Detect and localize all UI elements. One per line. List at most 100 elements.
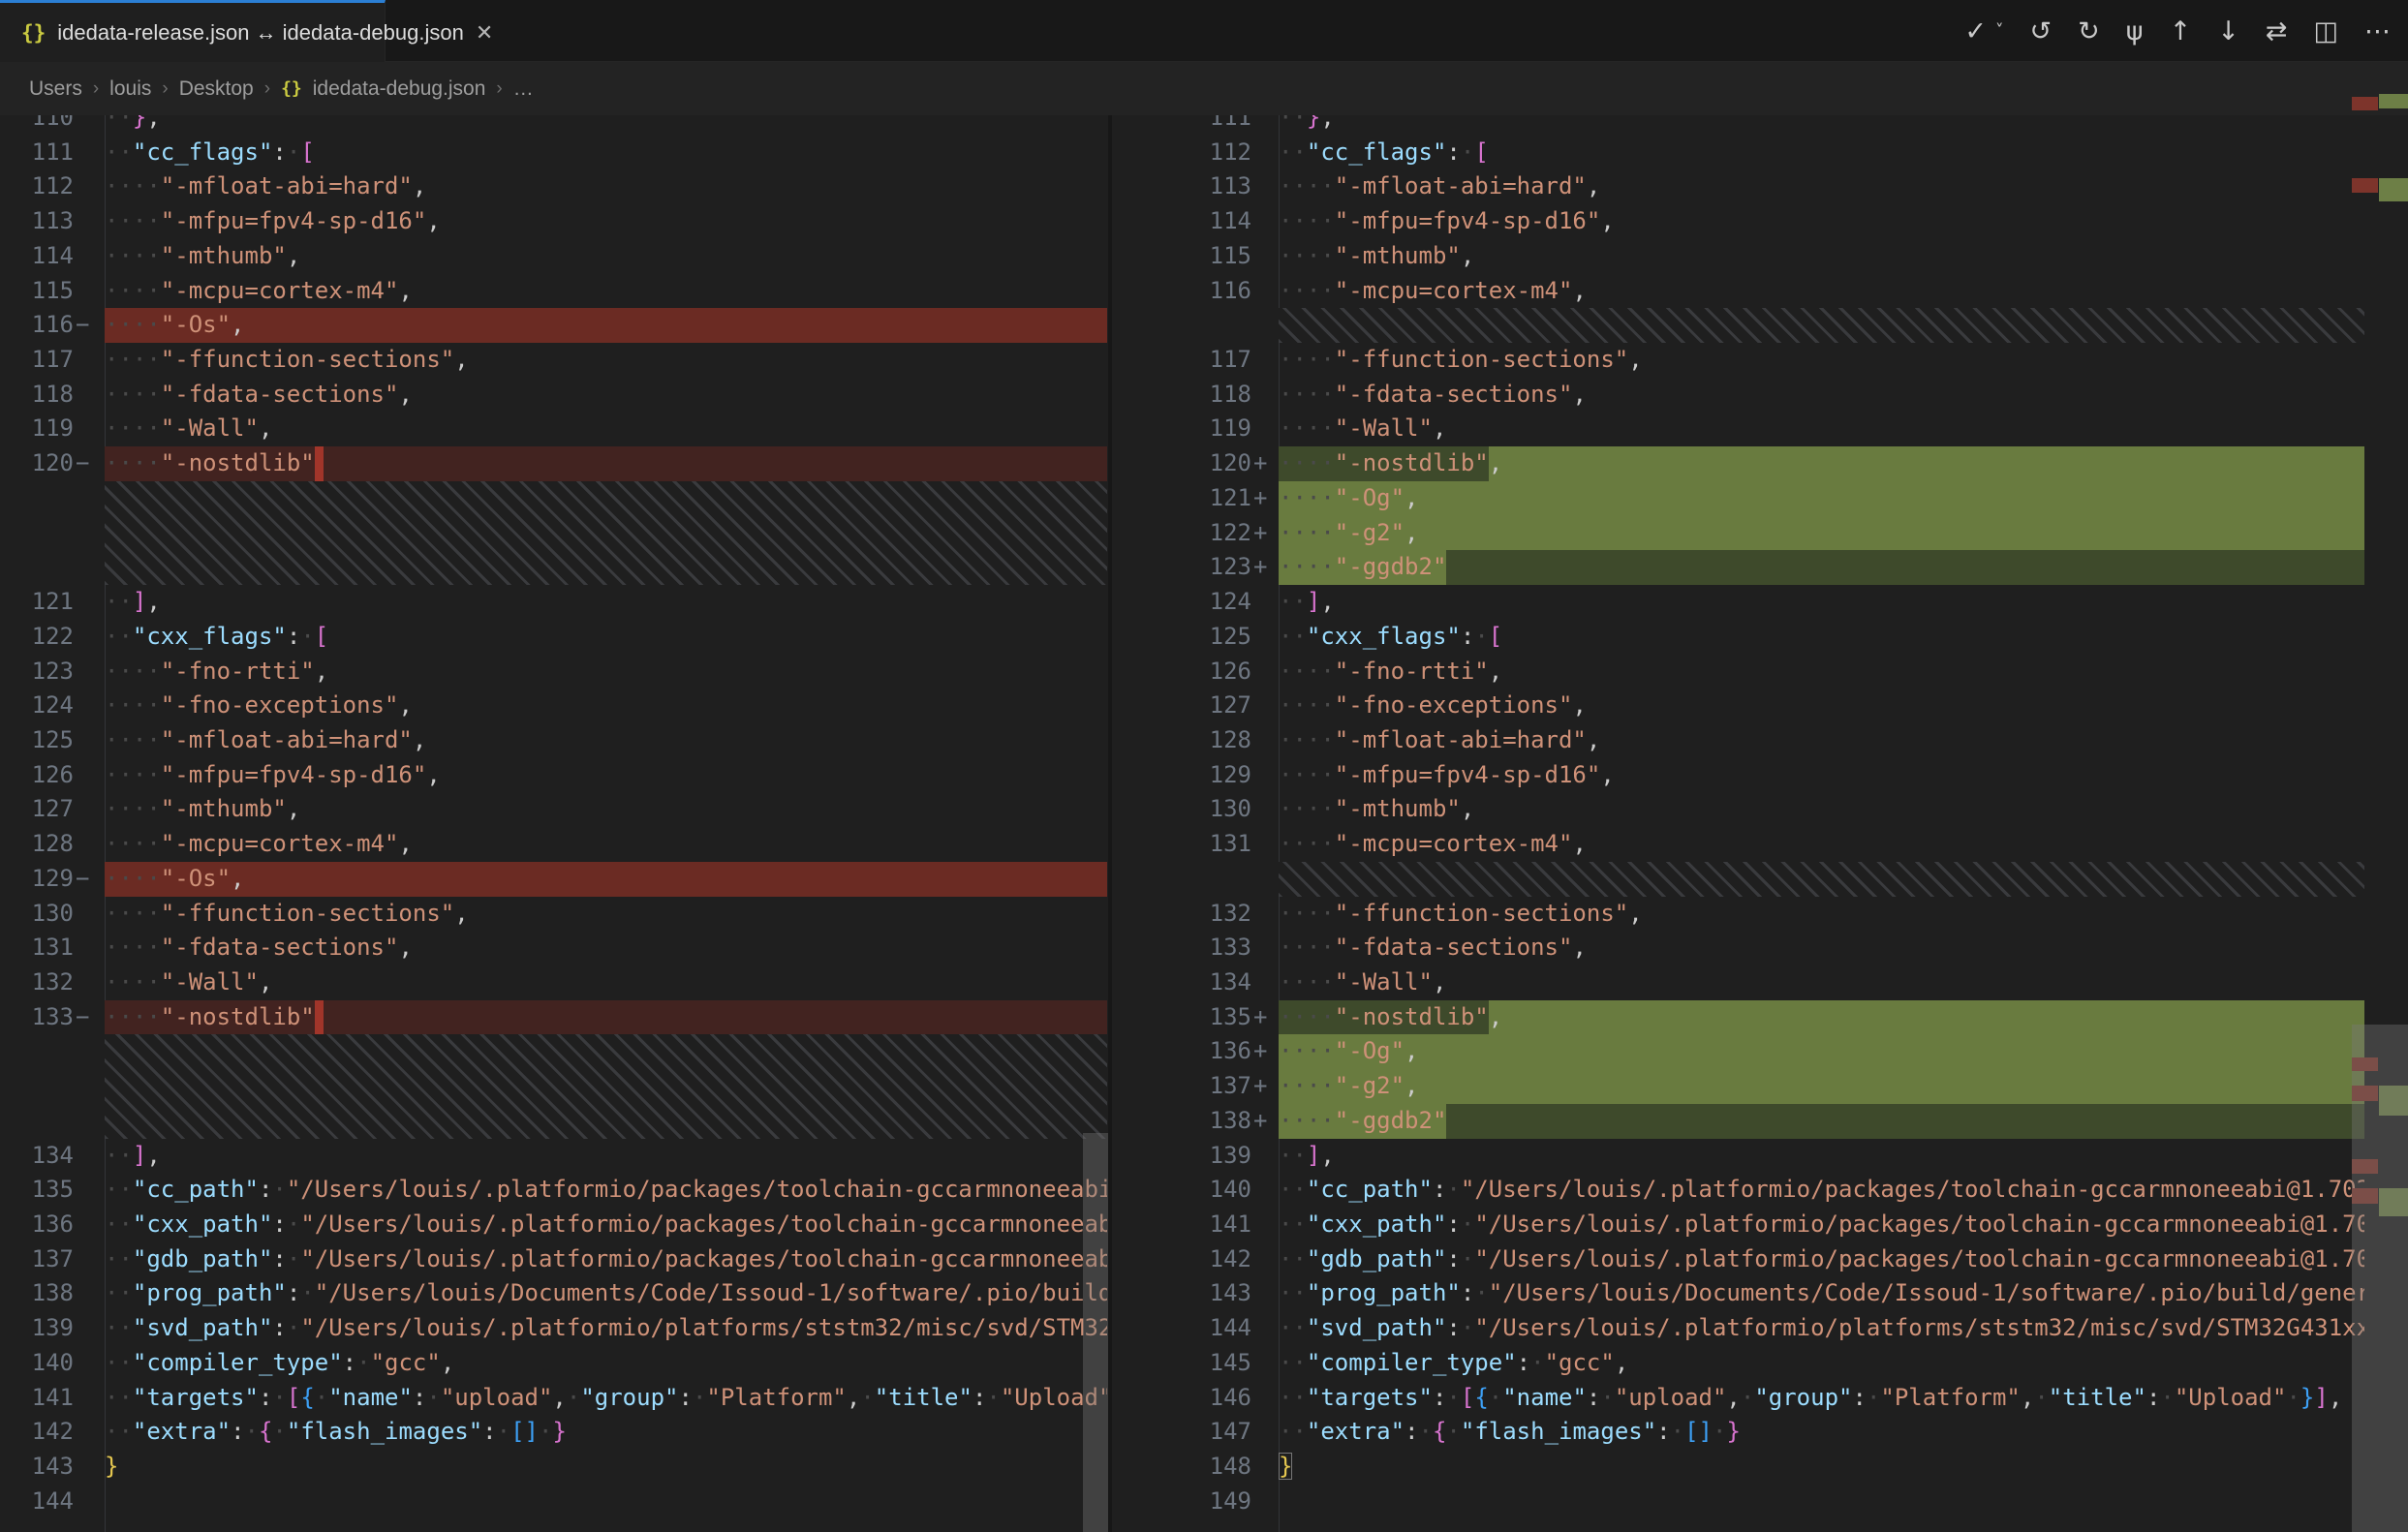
code-line[interactable]: 132····"-Wall", (0, 965, 1108, 1000)
code-line[interactable]: 111··"cc_flags":·[ (0, 136, 1108, 170)
code-line[interactable]: 110··}, (0, 115, 1108, 136)
accept-check-icon[interactable]: ✓ (1964, 18, 1987, 45)
close-tab-icon[interactable]: ✕ (476, 20, 493, 46)
code-line[interactable]: 133····"-fdata-sections", (1112, 931, 2408, 965)
code-line[interactable]: 149 (1112, 1485, 2408, 1519)
diff-added-line[interactable]: 138+····"-ggdb2" (1112, 1104, 2408, 1139)
code-line[interactable]: 142··"gdb_path":·"/Users/louis/.platform… (1112, 1242, 2408, 1277)
split-editor-icon[interactable]: ◫ (2313, 18, 2338, 45)
code-line[interactable]: 148} (1112, 1450, 2408, 1485)
code-line[interactable]: 119····"-Wall", (1112, 412, 2408, 446)
code-line[interactable]: 127····"-fno-exceptions", (1112, 689, 2408, 723)
code-line[interactable]: 139··"svd_path":·"/Users/louis/.platform… (0, 1311, 1108, 1346)
code-line[interactable]: 124··], (1112, 585, 2408, 620)
code-line[interactable]: 138··"prog_path":·"/Users/louis/Document… (0, 1276, 1108, 1311)
breadcrumb-segment[interactable]: louis (109, 77, 151, 101)
previous-change-icon[interactable]: ↑ (2170, 18, 2192, 45)
history-icon[interactable]: ↺ (2030, 18, 2053, 45)
diff-removed-line[interactable]: 120−····"-nostdlib" (0, 446, 1108, 481)
more-actions-icon[interactable]: ⋯ (2364, 18, 2391, 45)
code-line[interactable]: 130····"-ffunction-sections", (0, 897, 1108, 932)
code-line[interactable]: 142··"extra":·{·"flash_images":·[]·} (0, 1415, 1108, 1450)
original-editor-pane[interactable]: 110··},111··"cc_flags":·[112····"-mfloat… (0, 115, 1108, 1532)
breadcrumb-more[interactable]: … (513, 77, 534, 101)
code-line[interactable]: 144 (0, 1485, 1108, 1519)
breadcrumb-segment[interactable]: Desktop (179, 77, 254, 101)
code-line[interactable]: 113····"-mfloat-abi=hard", (1112, 169, 2408, 204)
diff-added-line[interactable]: 137+····"-g2", (1112, 1069, 2408, 1104)
code-line[interactable]: 129····"-mfpu=fpv4-sp-d16", (1112, 758, 2408, 793)
code-text: ··], (1279, 585, 2364, 620)
code-line[interactable]: 131····"-mcpu=cortex-m4", (1112, 827, 2408, 862)
code-line[interactable]: 114····"-mfpu=fpv4-sp-d16", (1112, 204, 2408, 239)
code-line[interactable]: 143} (0, 1450, 1108, 1485)
code-line[interactable]: 126····"-mfpu=fpv4-sp-d16", (0, 758, 1108, 793)
breadcrumb-segment[interactable]: Users (29, 77, 82, 101)
code-line[interactable]: 124····"-fno-exceptions", (0, 689, 1108, 723)
code-line[interactable]: 141··"cxx_path":·"/Users/louis/.platform… (1112, 1208, 2408, 1242)
code-line[interactable]: 145··"compiler_type":·"gcc", (1112, 1346, 2408, 1381)
code-line[interactable]: 126····"-fno-rtti", (1112, 655, 2408, 689)
code-line[interactable]: 121··], (0, 585, 1108, 620)
code-line[interactable]: 117····"-ffunction-sections", (0, 343, 1108, 378)
breadcrumb-file[interactable]: idedata-debug.json (313, 77, 486, 101)
code-line[interactable]: 118····"-fdata-sections", (1112, 378, 2408, 413)
chevron-down-icon[interactable]: ˅ (1995, 23, 2004, 40)
code-line[interactable]: 131····"-fdata-sections", (0, 931, 1108, 965)
code-line[interactable]: 125··"cxx_flags":·[ (1112, 620, 2408, 655)
diff-added-line[interactable]: 122+····"-g2", (1112, 516, 2408, 551)
code-line[interactable]: 112··"cc_flags":·[ (1112, 136, 2408, 170)
next-change-icon[interactable]: ↓ (2217, 18, 2239, 45)
code-line[interactable]: 132····"-ffunction-sections", (1112, 897, 2408, 932)
open-changes-icon[interactable]: ↻ (2078, 18, 2100, 45)
line-number: 134 (1112, 965, 1251, 1000)
debug-plug-icon[interactable]: ψ (2126, 18, 2144, 45)
code-line[interactable]: 146··"targets":·[{·"name":·"upload",·"gr… (1112, 1381, 2408, 1416)
code-line[interactable]: 125····"-mfloat-abi=hard", (0, 723, 1108, 758)
diff-added-line[interactable]: 121+····"-Og", (1112, 481, 2408, 516)
code-line[interactable]: 136··"cxx_path":·"/Users/louis/.platform… (0, 1208, 1108, 1242)
code-line[interactable]: 123····"-fno-rtti", (0, 655, 1108, 689)
right-scrollbar-thumb[interactable] (2352, 1025, 2408, 1532)
code-line[interactable]: 127····"-mthumb", (0, 792, 1108, 827)
code-line[interactable]: 147··"extra":·{·"flash_images":·[]·} (1112, 1415, 2408, 1450)
code-line[interactable]: 143··"prog_path":·"/Users/louis/Document… (1112, 1276, 2408, 1311)
code-line[interactable]: 112····"-mfloat-abi=hard", (0, 169, 1108, 204)
code-line[interactable]: 114····"-mthumb", (0, 239, 1108, 274)
left-scrollbar-thumb[interactable] (1083, 1133, 1108, 1532)
diff-removed-line[interactable]: 129−····"-Os", (0, 862, 1108, 897)
code-line[interactable]: 134··], (0, 1139, 1108, 1174)
code-line[interactable]: 128····"-mcpu=cortex-m4", (0, 827, 1108, 862)
diff-added-line[interactable]: 136+····"-Og", (1112, 1034, 2408, 1069)
code-line[interactable]: 117····"-ffunction-sections", (1112, 343, 2408, 378)
code-line[interactable]: 119····"-Wall", (0, 412, 1108, 446)
diff-removed-line[interactable]: 133−····"-nostdlib" (0, 1000, 1108, 1035)
modified-editor-pane[interactable]: 111··},112··"cc_flags":·[113····"-mfloat… (1112, 115, 2408, 1532)
code-line[interactable]: 140··"compiler_type":·"gcc", (0, 1346, 1108, 1381)
diff-added-line[interactable]: 120+····"-nostdlib", (1112, 446, 2408, 481)
diff-removed-line[interactable]: 116−····"-Os", (0, 308, 1108, 343)
code-line[interactable]: 130····"-mthumb", (1112, 792, 2408, 827)
code-line[interactable]: 113····"-mfpu=fpv4-sp-d16", (0, 204, 1108, 239)
code-line[interactable]: 141··"targets":·[{·"name":·"upload",·"gr… (0, 1381, 1108, 1416)
diff-added-line[interactable]: 123+····"-ggdb2" (1112, 550, 2408, 585)
diff-added-line[interactable]: 135+····"-nostdlib", (1112, 1000, 2408, 1035)
line-number: 139 (1112, 1139, 1251, 1174)
line-number: 122 (1112, 516, 1251, 551)
line-number: 141 (0, 1381, 74, 1416)
code-line[interactable]: 134····"-Wall", (1112, 965, 2408, 1000)
code-line[interactable]: 115····"-mcpu=cortex-m4", (0, 274, 1108, 309)
code-line[interactable]: 128····"-mfloat-abi=hard", (1112, 723, 2408, 758)
code-line[interactable]: 140··"cc_path":·"/Users/louis/.platformi… (1112, 1173, 2408, 1208)
code-line[interactable]: 115····"-mthumb", (1112, 239, 2408, 274)
code-line[interactable]: 135··"cc_path":·"/Users/louis/.platformi… (0, 1173, 1108, 1208)
code-line[interactable]: 116····"-mcpu=cortex-m4", (1112, 274, 2408, 309)
code-line[interactable]: 118····"-fdata-sections", (0, 378, 1108, 413)
code-line[interactable]: 122··"cxx_flags":·[ (0, 620, 1108, 655)
diff-tab[interactable]: {} idedata-release.json ↔ idedata-debug.… (0, 0, 386, 62)
code-line[interactable]: 139··], (1112, 1139, 2408, 1174)
code-line[interactable]: 137··"gdb_path":·"/Users/louis/.platform… (0, 1242, 1108, 1277)
code-line[interactable]: 144··"svd_path":·"/Users/louis/.platform… (1112, 1311, 2408, 1346)
code-line[interactable]: 111··}, (1112, 115, 2408, 136)
swap-sides-icon[interactable]: ⇄ (2266, 18, 2288, 45)
